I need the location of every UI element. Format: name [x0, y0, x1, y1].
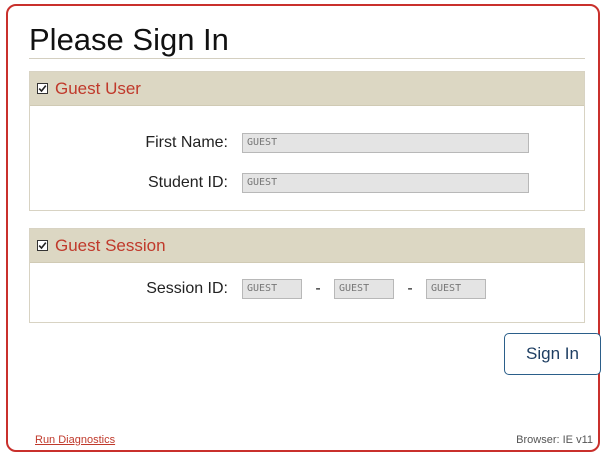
- student-id-label: Student ID:: [147, 174, 228, 191]
- sign-in-button[interactable]: Sign In: [504, 333, 601, 375]
- guest-user-header[interactable]: Guest User: [30, 72, 584, 106]
- session-id-label: Session ID:: [146, 280, 228, 297]
- guest-session-header[interactable]: Guest Session: [30, 229, 584, 263]
- session-id-field-1[interactable]: GUEST: [242, 279, 302, 299]
- guest-session-section: Guest Session Session ID: GUEST - GUEST …: [29, 228, 585, 323]
- session-id-separator-1: -: [315, 280, 321, 297]
- first-name-label: First Name:: [145, 134, 228, 151]
- guest-user-title: Guest User: [55, 78, 141, 98]
- session-id-separator-2: -: [407, 280, 413, 297]
- guest-session-checkbox-icon[interactable]: [37, 240, 48, 251]
- guest-session-title: Guest Session: [55, 235, 166, 255]
- first-name-row: First Name: GUEST: [30, 133, 529, 153]
- browser-info: Browser: IE v11: [516, 434, 593, 446]
- run-diagnostics-link[interactable]: Run Diagnostics: [35, 434, 115, 446]
- guest-user-section: Guest User First Name: GUEST Student ID:…: [29, 71, 585, 211]
- guest-user-checkbox-icon[interactable]: [37, 83, 48, 94]
- student-id-row: Student ID: GUEST: [30, 173, 529, 193]
- session-id-field-3[interactable]: GUEST: [426, 279, 486, 299]
- sign-in-panel: Please Sign In Guest User First Name: GU…: [6, 4, 601, 452]
- first-name-field[interactable]: GUEST: [242, 133, 529, 153]
- session-id-field-2[interactable]: GUEST: [334, 279, 394, 299]
- title-divider: [29, 58, 585, 59]
- session-id-row: Session ID: GUEST - GUEST - GUEST: [30, 279, 486, 299]
- page-title: Please Sign In: [29, 22, 229, 57]
- student-id-field[interactable]: GUEST: [242, 173, 529, 193]
